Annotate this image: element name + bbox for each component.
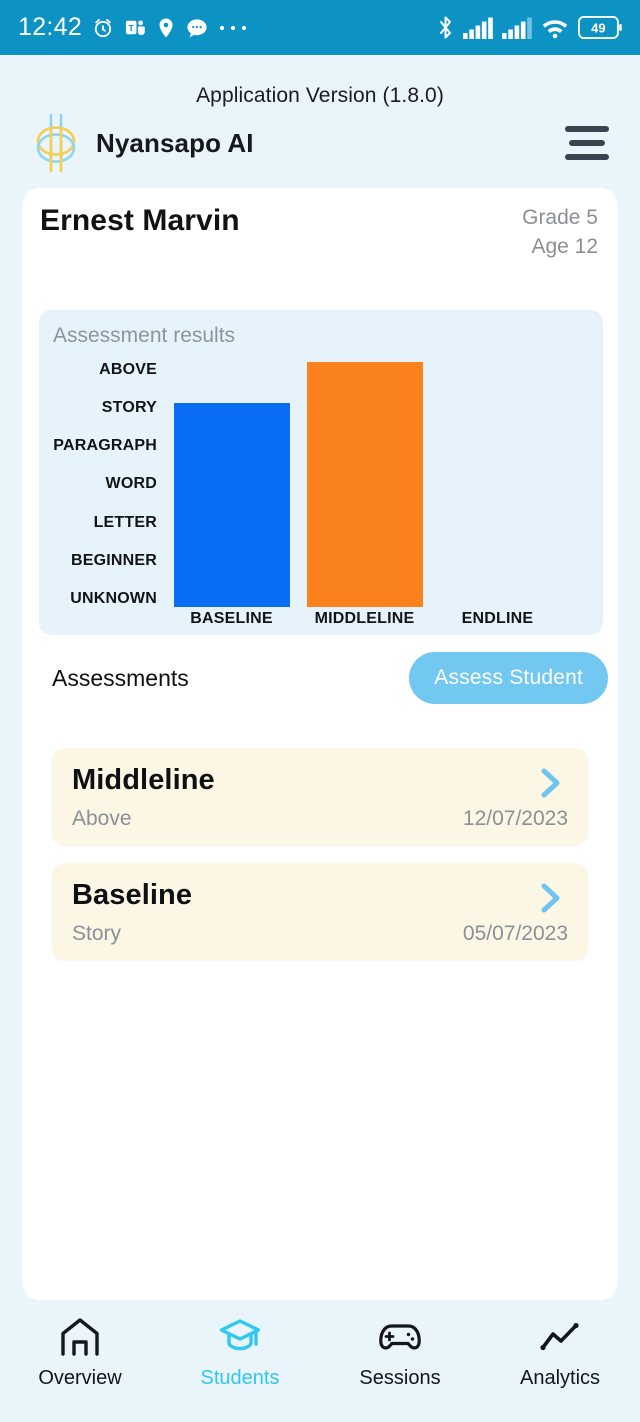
assessment-list: Middleline Above 12/07/2023 Baseline Sto…: [52, 748, 588, 978]
status-bar-left: 12:42 T: [18, 13, 248, 42]
assessment-level: Above: [72, 807, 132, 830]
bottom-navigation: Overview Students Sessions Analytics: [0, 1300, 640, 1422]
nyansapo-logo-icon: [30, 112, 82, 174]
assessment-subrow: Above 12/07/2023: [72, 807, 568, 831]
home-icon: [58, 1316, 102, 1358]
chart-bar-column: [165, 362, 298, 607]
brand: Nyansapo AI: [30, 112, 254, 174]
student-detail-sheet: Ernest Marvin Grade 5 Age 12 Assessment …: [22, 188, 618, 1300]
nav-label-students: Students: [200, 1367, 280, 1389]
hamburger-bar: [565, 154, 609, 160]
y-tick-label: STORY: [101, 399, 157, 417]
assessment-date: 12/07/2023: [462, 807, 568, 830]
student-name: Ernest Marvin: [40, 204, 240, 237]
wifi-icon: [541, 17, 569, 39]
battery-level-text: 49: [591, 21, 605, 36]
y-tick-label: PARAGRAPH: [53, 437, 157, 455]
x-tick-label: ENDLINE: [461, 610, 534, 627]
assessment-subrow: Story 05/07/2023: [72, 922, 568, 946]
assessment-title: Baseline: [72, 879, 193, 911]
nav-label-sessions: Sessions: [359, 1367, 441, 1389]
signal-bars-icon: [463, 17, 493, 39]
y-tick-label: BEGINNER: [70, 551, 157, 569]
location-pin-icon: [156, 17, 176, 39]
status-bar-clock: 12:42: [18, 13, 83, 41]
chart-y-axis: ABOVE STORY PARAGRAPH WORD LETTER BEGINN…: [39, 362, 157, 607]
more-dots-icon: [218, 23, 248, 33]
svg-text:T: T: [129, 23, 135, 33]
y-tick-label: WORD: [105, 475, 157, 493]
nav-item-students[interactable]: Students: [160, 1316, 320, 1390]
assessment-results-chart: Assessment results ABOVE STORY PARAGRAPH…: [39, 310, 603, 635]
chart-plot-area: ABOVE STORY PARAGRAPH WORD LETTER BEGINN…: [39, 362, 603, 635]
chart-x-axis: BASELINE MIDDLELINE ENDLINE: [165, 610, 597, 628]
status-bar: 12:42 T 49: [0, 0, 640, 55]
chart-bar-column: [298, 362, 431, 607]
assessment-level: Story: [72, 922, 122, 945]
signal-bars-icon: [502, 17, 532, 39]
x-tick-label: MIDDLELINE: [314, 610, 415, 627]
chat-bubble-icon: [185, 17, 209, 39]
y-tick-label: UNKNOWN: [70, 589, 157, 607]
status-bar-right: 49: [437, 15, 622, 40]
assessments-title: Assessments: [52, 664, 189, 691]
assessment-title: Middleline: [72, 764, 215, 796]
teams-icon: T: [124, 16, 147, 39]
game-controller-icon: [377, 1316, 423, 1358]
app-version-label: Application Version (1.8.0): [196, 84, 444, 107]
nav-label-analytics: Analytics: [519, 1367, 601, 1389]
battery-icon: 49: [578, 16, 622, 39]
list-item[interactable]: Middleline Above 12/07/2023: [52, 748, 588, 845]
chevron-right-icon[interactable]: [538, 881, 564, 915]
brand-name: Nyansapo AI: [96, 127, 254, 158]
line-chart-icon: [538, 1316, 582, 1358]
assessments-header: Assessments Assess Student: [52, 650, 608, 706]
hamburger-bar: [569, 140, 605, 146]
nav-item-analytics[interactable]: Analytics: [480, 1316, 640, 1390]
hamburger-menu-icon[interactable]: [564, 126, 610, 160]
chart-title: Assessment results: [53, 324, 236, 347]
list-item[interactable]: Baseline Story 05/07/2023: [52, 863, 588, 960]
chevron-right-icon[interactable]: [538, 766, 564, 800]
alarm-clock-icon: [91, 16, 115, 40]
student-meta: Grade 5 Age 12: [522, 204, 598, 262]
nav-item-sessions[interactable]: Sessions: [320, 1316, 480, 1390]
assessment-date: 05/07/2023: [462, 922, 568, 945]
chart-bar-column: [431, 362, 564, 607]
chart-bar-baseline: [173, 402, 290, 607]
y-tick-label: ABOVE: [99, 361, 157, 378]
bluetooth-icon: [437, 15, 454, 40]
student-summary: Ernest Marvin Grade 5 Age 12: [40, 204, 598, 262]
graduation-cap-icon: [218, 1316, 262, 1358]
hamburger-bar: [565, 126, 609, 132]
student-grade: Grade 5: [522, 206, 598, 229]
chart-bars: [165, 362, 597, 607]
assess-student-button[interactable]: Assess Student: [409, 652, 608, 704]
nav-label-overview: Overview: [38, 1367, 122, 1389]
app-root: 12:42 T 49 Application Version (1.8.0) N…: [0, 0, 640, 1422]
student-age: Age 12: [531, 234, 598, 258]
y-tick-label: LETTER: [93, 513, 157, 531]
nav-item-overview[interactable]: Overview: [0, 1316, 160, 1390]
x-tick-label: BASELINE: [190, 610, 273, 627]
chart-bar-middleline: [306, 362, 423, 607]
app-header: Nyansapo AI: [0, 112, 640, 174]
